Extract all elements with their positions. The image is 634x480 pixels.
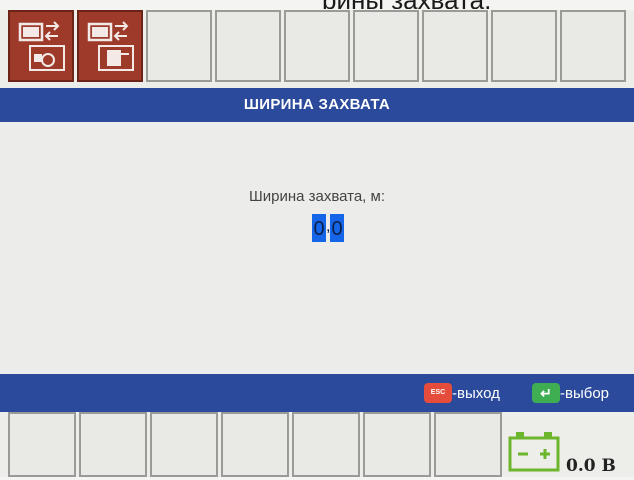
working-width-digit-decimal[interactable]: 0 [330,214,344,242]
bottom-softkey-2[interactable] [79,412,147,477]
battery-status: 0.0 В [508,430,634,480]
softkey-3[interactable] [146,10,212,82]
settings-panel: Ширина захвата, м: 0 , 0 [0,122,634,374]
softkey-implement-settings[interactable] [77,10,143,82]
softkey-9[interactable] [560,10,626,82]
tractor-settings-icon [18,21,65,71]
bottom-softkey-3[interactable] [150,412,218,477]
working-width-input[interactable]: 0 , 0 [312,214,344,242]
top-softkey-row [8,10,634,86]
softkey-8[interactable] [491,10,557,82]
softkey-7[interactable] [422,10,488,82]
enter-key-icon[interactable]: ↵ [532,383,560,403]
select-label: -выбор [560,384,610,402]
battery-voltage: 0.0 В [566,456,616,476]
softkey-6[interactable] [353,10,419,82]
bottom-softkey-5[interactable] [292,412,360,477]
softkey-tractor-settings[interactable] [8,10,74,82]
softkey-4[interactable] [215,10,281,82]
select-hint: ↵ -выбор [532,383,609,403]
terminal-screen: ШИРИНА ЗАХВАТА Ширина захвата, м: 0 , 0 … [0,10,634,477]
bottom-softkey-6[interactable] [363,412,431,477]
battery-icon [508,432,560,472]
working-width-digit-integer[interactable]: 0 [312,214,326,242]
page-caption: рины захвата. [322,0,634,9]
exit-hint: ESC -выход [424,383,500,403]
page-title: ШИРИНА ЗАХВАТА [0,88,634,122]
status-bar: ESC -выход ↵ -выбор [0,374,634,412]
exit-label: -выход [452,384,500,402]
bottom-softkey-4[interactable] [221,412,289,477]
bottom-softkey-1[interactable] [8,412,76,477]
working-width-label: Ширина захвата, м: [248,188,386,205]
implement-settings-icon [87,21,134,71]
softkey-5[interactable] [284,10,350,82]
esc-key-icon[interactable]: ESC [424,383,452,403]
bottom-softkey-7[interactable] [434,412,502,477]
